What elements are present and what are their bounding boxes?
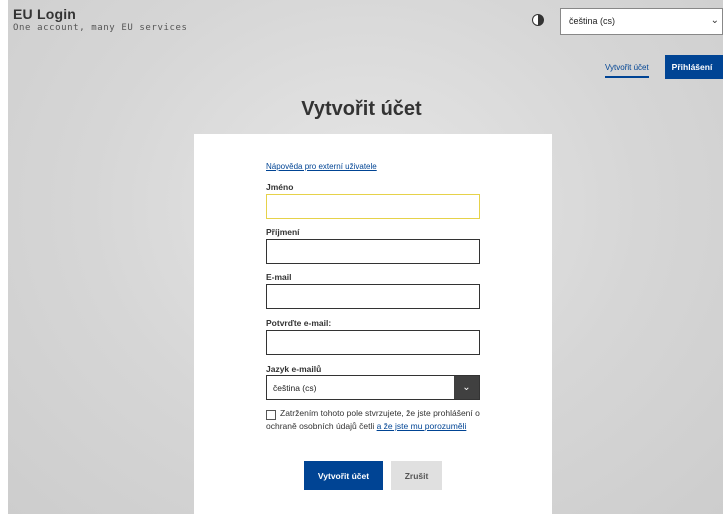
consent-text: Zatržením tohoto pole stvrzujete, že jst… xyxy=(266,407,486,433)
chevron-down-icon: ⌄ xyxy=(710,15,719,26)
brand-title: EU Login xyxy=(13,6,77,22)
chevron-down-icon[interactable]: ⌄ xyxy=(454,376,479,399)
language-select-value: čeština (cs) xyxy=(569,16,616,26)
last-name-input[interactable] xyxy=(266,239,480,264)
email-input[interactable] xyxy=(266,284,480,309)
page-title: Vytvořit účet xyxy=(301,98,422,120)
first-name-label: Jméno xyxy=(266,182,294,192)
email-language-label: Jazyk e-mailů xyxy=(266,364,322,374)
language-select[interactable]: čeština (cs) ⌄ xyxy=(560,8,723,35)
last-name-label: Příjmení xyxy=(266,227,300,237)
first-name-input[interactable] xyxy=(266,194,480,219)
help-link[interactable]: Nápověda pro externí uživatele xyxy=(266,162,377,171)
email-language-value: čeština (cs) xyxy=(273,383,317,393)
email-label: E-mail xyxy=(266,272,292,282)
nav-create-account-link[interactable]: Vytvořit účet xyxy=(605,63,649,78)
consent-text-part1: Zatržením tohoto pole stvrzujete, že jst… xyxy=(280,408,434,418)
brand-subtitle: One account, many EU services xyxy=(13,23,188,33)
email-language-select[interactable]: čeština (cs) ⌄ xyxy=(266,375,480,400)
privacy-statement-link[interactable]: a že jste mu porozuměli xyxy=(377,421,467,431)
cancel-button[interactable]: Zrušit xyxy=(391,461,442,490)
contrast-icon[interactable] xyxy=(532,14,544,26)
consent-text-part3: četli xyxy=(356,421,377,431)
nav-login-button[interactable]: Přihlášení xyxy=(665,55,723,79)
confirm-email-label: Potvrďte e-mail: xyxy=(266,318,332,328)
registration-form: Nápověda pro externí uživatele Jméno Pří… xyxy=(194,134,552,514)
brand: EU Login One account, many EU services xyxy=(13,6,188,33)
create-account-button[interactable]: Vytvořit účet xyxy=(304,461,383,490)
confirm-email-input[interactable] xyxy=(266,330,480,355)
